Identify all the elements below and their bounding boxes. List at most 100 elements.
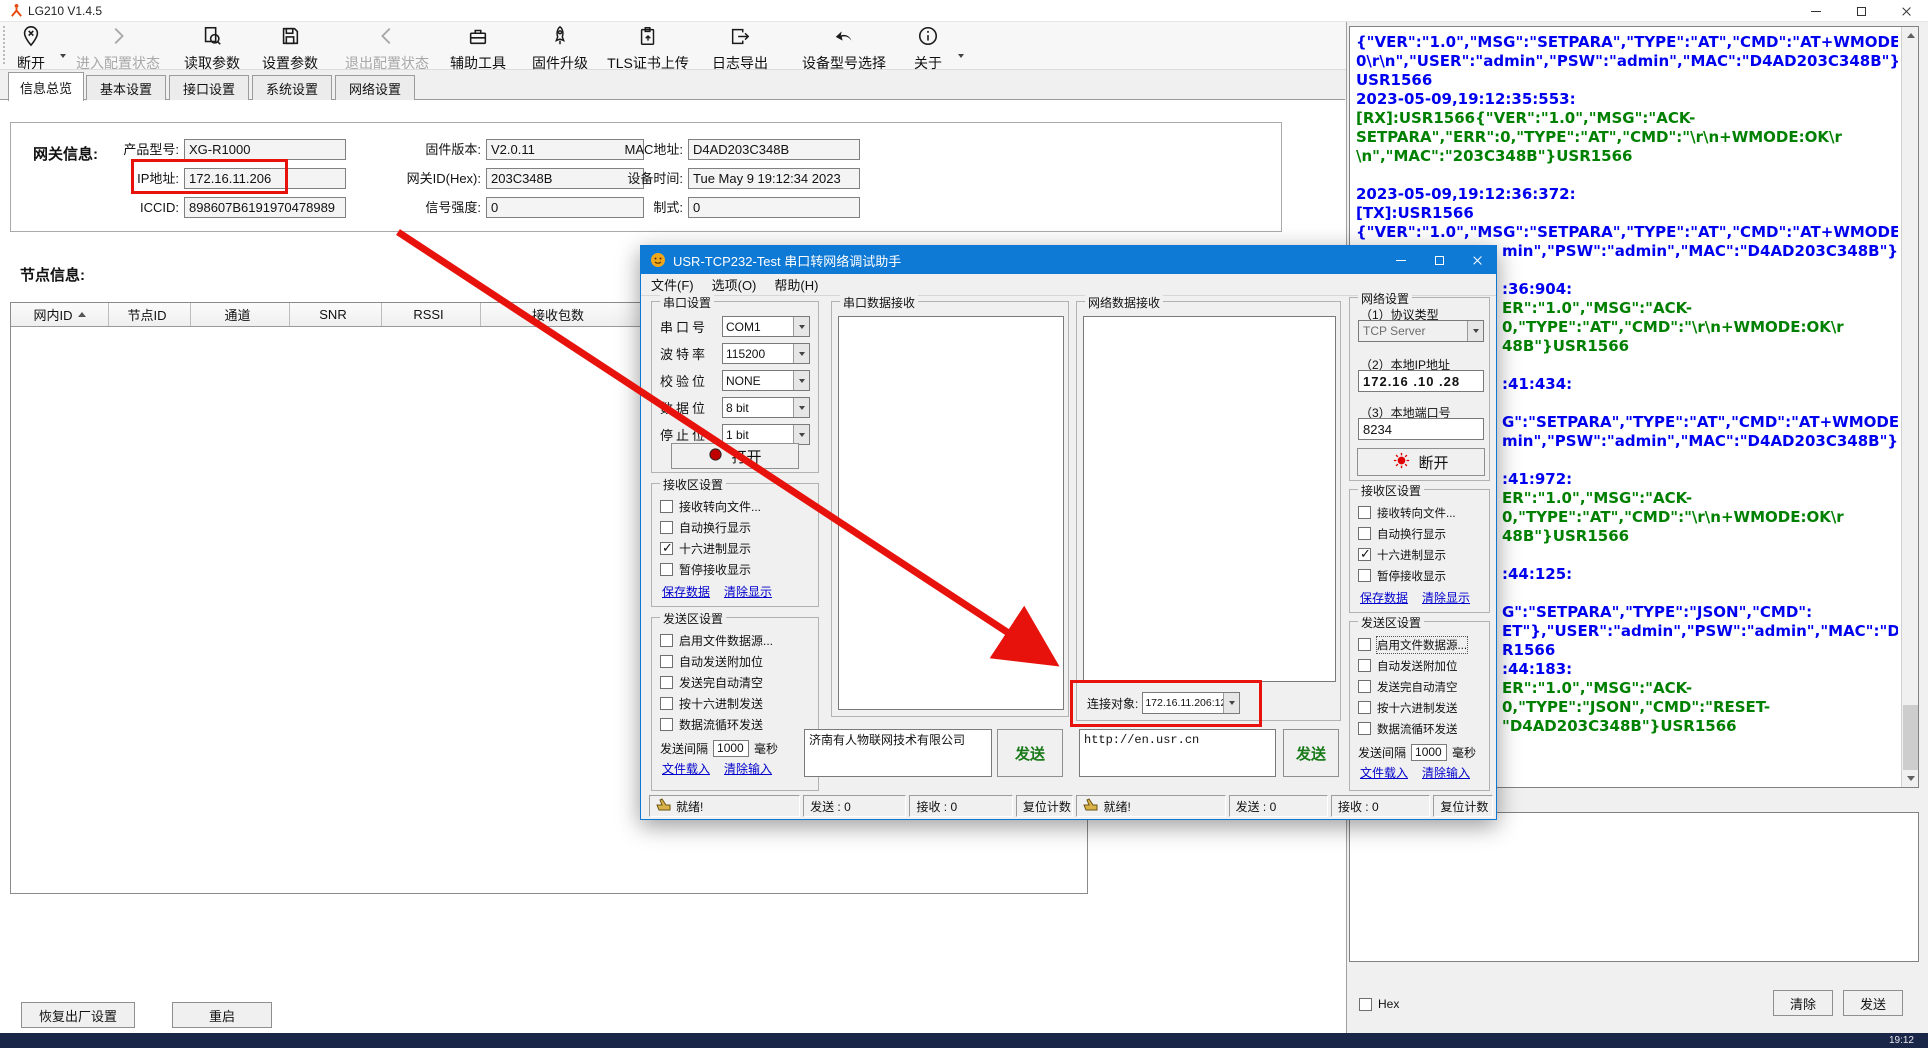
tab-network-settings[interactable]: 网络设置: [335, 75, 415, 100]
node-table-header-cell[interactable]: 网内ID: [11, 303, 109, 326]
dialog-minimize-button[interactable]: [1382, 246, 1420, 274]
checkbox-row: 数据流循环发送: [1358, 718, 1489, 739]
tab-interface-settings[interactable]: 接口设置: [169, 75, 249, 100]
file-load-link[interactable]: 文件载入: [1360, 764, 1408, 781]
dropdown-button[interactable]: [793, 371, 809, 390]
dialog-close-button[interactable]: [1458, 246, 1496, 274]
node-table-header-cell[interactable]: 接收包数: [481, 303, 641, 326]
toolbar-about-button[interactable]: 关于: [906, 25, 950, 73]
maximize-button[interactable]: [1839, 0, 1883, 22]
tab-info-overview[interactable]: 信息总览: [8, 72, 84, 101]
checkbox[interactable]: [1358, 701, 1371, 714]
node-table-header-cell[interactable]: RSSI: [382, 303, 481, 326]
toolbar-aux-tools-button[interactable]: 辅助工具: [442, 25, 514, 73]
menu-file[interactable]: 文件(F): [651, 275, 694, 294]
minimize-button[interactable]: [1794, 0, 1838, 22]
serial-config-dropdown[interactable]: 8 bit: [722, 397, 810, 418]
node-table-header-cell[interactable]: 通道: [191, 303, 290, 326]
checkbox[interactable]: [1358, 569, 1371, 582]
toolbar-set-params-button[interactable]: 设置参数: [254, 25, 326, 73]
dialog-titlebar[interactable]: USR-TCP232-Test 串口转网络调试助手: [641, 246, 1496, 274]
serial-send-input[interactable]: 济南有人物联网技术有限公司: [804, 729, 992, 777]
dropdown-button[interactable]: [793, 398, 809, 417]
net-recv-box[interactable]: [1083, 316, 1336, 682]
checkbox[interactable]: [660, 500, 673, 513]
file-load-link[interactable]: 文件载入: [662, 760, 710, 777]
scroll-down-button[interactable]: [1902, 770, 1919, 787]
log-input-area[interactable]: [1349, 812, 1919, 962]
net-reset-count-button[interactable]: 复位计数: [1433, 795, 1493, 817]
checkbox[interactable]: [660, 521, 673, 534]
save-data-link[interactable]: 保存数据: [662, 583, 710, 600]
dropdown-button[interactable]: [793, 425, 809, 444]
checkbox[interactable]: [660, 697, 673, 710]
serial-config-dropdown[interactable]: 115200: [722, 343, 810, 364]
log-send-button[interactable]: 发送: [1843, 990, 1903, 1016]
serial-config-dropdown[interactable]: 1 bit: [722, 424, 810, 445]
checkbox[interactable]: [660, 542, 673, 555]
toolbar-device-model-button[interactable]: 设备型号选择: [786, 25, 902, 73]
serial-config-dropdown[interactable]: COM1: [722, 316, 810, 337]
protocol-type-dropdown[interactable]: TCP Server: [1358, 320, 1484, 342]
serial-send-button[interactable]: 发送: [997, 729, 1063, 777]
scrollbar-thumb[interactable]: [1903, 705, 1918, 773]
checkbox[interactable]: [1358, 659, 1371, 672]
checkbox[interactable]: [660, 563, 673, 576]
checkbox[interactable]: [660, 655, 673, 668]
checkbox[interactable]: [1358, 680, 1371, 693]
menu-options[interactable]: 选项(O): [712, 275, 757, 294]
tab-system-settings[interactable]: 系统设置: [252, 75, 332, 100]
checkbox[interactable]: [1358, 638, 1371, 651]
menu-help[interactable]: 帮助(H): [774, 275, 818, 294]
checkbox[interactable]: [1358, 722, 1371, 735]
log-clear-button[interactable]: 清除: [1773, 990, 1833, 1016]
tab-basic-settings[interactable]: 基本设置: [86, 75, 166, 100]
reboot-button[interactable]: 重启: [172, 1002, 272, 1028]
serial-config-dropdown[interactable]: NONE: [722, 370, 810, 391]
dropdown-button[interactable]: [1467, 321, 1483, 341]
net-send-input[interactable]: http://en.usr.cn: [1079, 729, 1276, 777]
dropdown-button[interactable]: [793, 344, 809, 363]
dropdown-button[interactable]: [1223, 693, 1239, 713]
clear-display-link[interactable]: 清除显示: [1422, 589, 1470, 606]
dialog-maximize-button[interactable]: [1420, 246, 1458, 274]
disconnect-dropdown-caret[interactable]: [60, 54, 66, 58]
checkbox[interactable]: [1358, 548, 1371, 561]
toolbar-exit-config-button[interactable]: 退出配置状态: [338, 25, 436, 73]
toolbar-read-params-button[interactable]: 读取参数: [176, 25, 248, 73]
taskbar[interactable]: 19:12: [0, 1033, 1928, 1048]
clear-input-link[interactable]: 清除输入: [1422, 764, 1470, 781]
toolbar-disconnect-button[interactable]: 断开: [8, 25, 54, 73]
toolbar-log-export-button[interactable]: 日志导出: [704, 25, 776, 73]
checkbox[interactable]: [1358, 527, 1371, 540]
close-button[interactable]: [1884, 0, 1928, 22]
connect-target-dropdown[interactable]: 172.16.11.206:1234: [1142, 692, 1240, 714]
clear-input-link[interactable]: 清除输入: [724, 760, 772, 777]
serial-open-button[interactable]: 打开: [671, 443, 799, 469]
log-scrollbar[interactable]: [1901, 27, 1918, 787]
net-send-button[interactable]: 发送: [1283, 729, 1339, 777]
interval-input[interactable]: 1000: [713, 740, 749, 757]
local-ip-field[interactable]: 172.16 .10 .28: [1358, 370, 1484, 392]
checkbox[interactable]: [660, 718, 673, 731]
toolbar-enter-config-button[interactable]: 进入配置状态: [70, 25, 166, 73]
scroll-up-button[interactable]: [1902, 27, 1919, 44]
hex-checkbox[interactable]: [1359, 998, 1372, 1011]
local-port-field[interactable]: 8234: [1358, 418, 1484, 440]
node-table-header-cell[interactable]: SNR: [290, 303, 382, 326]
node-table-header-cell[interactable]: 节点ID: [109, 303, 191, 326]
toolbar-tls-upload-button[interactable]: TLS证书上传: [600, 25, 696, 73]
factory-reset-button[interactable]: 恢复出厂设置: [21, 1002, 135, 1028]
checkbox[interactable]: [660, 676, 673, 689]
toolbar-firmware-upgrade-button[interactable]: 固件升级: [524, 25, 596, 73]
serial-recv-box[interactable]: [838, 316, 1064, 710]
checkbox[interactable]: [660, 634, 673, 647]
clear-display-link[interactable]: 清除显示: [724, 583, 772, 600]
save-data-link[interactable]: 保存数据: [1360, 589, 1408, 606]
serial-reset-count-button[interactable]: 复位计数: [1016, 795, 1074, 817]
net-disconnect-button[interactable]: 断开: [1357, 448, 1485, 476]
checkbox[interactable]: [1358, 506, 1371, 519]
interval-input[interactable]: 1000: [1411, 744, 1447, 761]
about-dropdown-caret[interactable]: [958, 54, 964, 58]
dropdown-button[interactable]: [793, 317, 809, 336]
